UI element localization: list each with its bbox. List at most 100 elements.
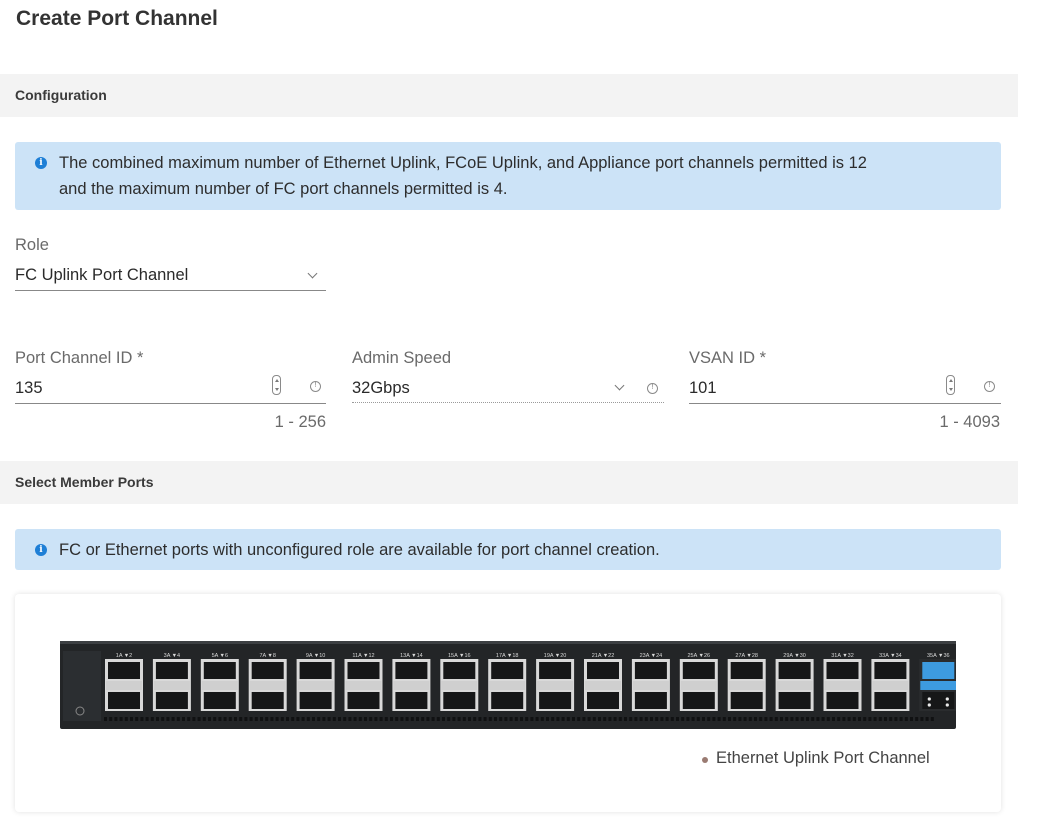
vent-slot: [748, 717, 752, 721]
port-channel-id-input[interactable]: 135: [15, 379, 43, 398]
port-top: [395, 662, 428, 679]
vent-slot: [405, 717, 409, 721]
vent-slot: [509, 717, 513, 721]
admin-speed-select[interactable]: 32Gbps: [352, 379, 410, 398]
vent-slot: [728, 717, 731, 721]
admin-speed-help-icon[interactable]: !: [647, 383, 658, 394]
vent-slot: [353, 717, 357, 721]
vent-slot: [390, 717, 393, 721]
port-tab: [345, 681, 382, 690]
port-pair[interactable]: 33A ▼34: [871, 653, 910, 711]
vsan-id-help-icon[interactable]: !: [984, 381, 995, 392]
admin-speed-underline: [352, 402, 664, 403]
vent-slot: [889, 717, 893, 721]
vent-slot: [348, 717, 352, 721]
vent-slot: [457, 717, 461, 721]
port-bottom: [251, 692, 284, 709]
port-channel-id-help-icon[interactable]: !: [310, 381, 321, 392]
port-top: [730, 662, 763, 679]
port-pair[interactable]: 35A ▼36: [919, 653, 956, 711]
vent-slot: [260, 717, 263, 721]
role-select[interactable]: FC Uplink Port Channel: [15, 266, 188, 285]
vent-slot: [878, 717, 882, 721]
vent-slot: [468, 717, 471, 721]
vent-slot: [306, 717, 310, 721]
port-pair[interactable]: 29A ▼30: [775, 653, 814, 711]
vent-slot: [140, 717, 144, 721]
port-pair[interactable]: 3A ▼4: [152, 653, 191, 711]
port-pair-label: 9A ▼10: [306, 653, 326, 659]
vent-slot: [239, 717, 243, 721]
port-pair[interactable]: 21A ▼22: [584, 653, 622, 711]
port-pair[interactable]: 31A ▼32: [823, 653, 862, 711]
port-pair[interactable]: 7A ▼8: [248, 653, 287, 711]
port-bottom: [682, 692, 715, 709]
vent-slot: [852, 717, 856, 721]
vent-slot: [161, 717, 165, 721]
vent-slot: [483, 717, 487, 721]
vent-slot: [135, 717, 139, 721]
vent-slot: [868, 717, 872, 721]
vent-slot: [343, 717, 347, 721]
vent-slot: [582, 717, 586, 721]
vent-slot: [197, 717, 201, 721]
port-tab: [393, 681, 430, 690]
vent-slot: [691, 717, 695, 721]
vent-slot: [722, 717, 726, 721]
port-pair[interactable]: 15A ▼16: [440, 653, 479, 711]
vent-slot: [712, 717, 716, 721]
port-pair[interactable]: 5A ▼6: [200, 653, 239, 711]
port-bottom: [587, 692, 619, 709]
vent-slot: [442, 717, 445, 721]
vent-slot: [416, 717, 419, 721]
port-pair[interactable]: 19A ▼20: [536, 653, 575, 711]
port-pair-label: 23A ▼24: [640, 653, 663, 659]
vent-slot: [171, 717, 175, 721]
port-pair-label: 31A ▼32: [831, 653, 854, 659]
vent-slot: [806, 717, 809, 721]
vsan-id-stepper[interactable]: [946, 375, 955, 395]
vent-slot: [738, 717, 742, 721]
page-title: Create Port Channel: [16, 7, 218, 30]
vent-slot: [322, 717, 326, 721]
port-pair[interactable]: 13A ▼14: [392, 653, 431, 711]
vent-slot: [234, 717, 237, 721]
vent-slot: [176, 717, 180, 721]
port-pair[interactable]: 17A ▼18: [488, 653, 527, 711]
vent-slot: [743, 717, 747, 721]
vent-slot: [858, 717, 861, 721]
port-pair[interactable]: 27A ▼28: [727, 653, 766, 711]
port-pair[interactable]: 9A ▼10: [296, 653, 335, 711]
port-pair[interactable]: 1A ▼2: [105, 653, 143, 711]
port-pair-label: 7A ▼8: [259, 653, 275, 659]
chevron-down-icon[interactable]: [307, 268, 318, 279]
vent-slot: [369, 717, 373, 721]
port-pair[interactable]: 25A ▼26: [679, 653, 718, 711]
port-pair-label: 25A ▼26: [688, 653, 711, 659]
port-pair-label: 11A ▼12: [352, 653, 374, 659]
vent-slot: [244, 717, 248, 721]
vent-slot: [525, 717, 529, 721]
port-pair[interactable]: 23A ▼24: [631, 653, 670, 711]
vent-slot: [379, 717, 383, 721]
port-pair-label: 3A ▼4: [164, 653, 180, 659]
chevron-down-icon[interactable]: [614, 380, 625, 391]
port-bottom: [826, 692, 859, 709]
vent-slot: [639, 717, 643, 721]
port-top: [826, 662, 859, 679]
port-top: [443, 662, 476, 679]
port-led: [945, 703, 949, 707]
vent-slot: [884, 717, 887, 721]
port-top: [491, 662, 524, 679]
vent-slot: [873, 717, 877, 721]
vent-slot: [644, 717, 648, 721]
vent-slot: [930, 717, 934, 721]
vsan-id-label: VSAN ID *: [689, 349, 767, 367]
vsan-id-input[interactable]: 101: [689, 379, 717, 398]
vent-slot: [837, 717, 841, 721]
port-tab: [297, 681, 334, 690]
port-channel-id-stepper[interactable]: [272, 375, 281, 395]
port-pair[interactable]: 11A ▼12: [344, 653, 383, 711]
port-pair-label: 35A ▼36: [927, 653, 950, 659]
vent-slot: [572, 717, 575, 721]
